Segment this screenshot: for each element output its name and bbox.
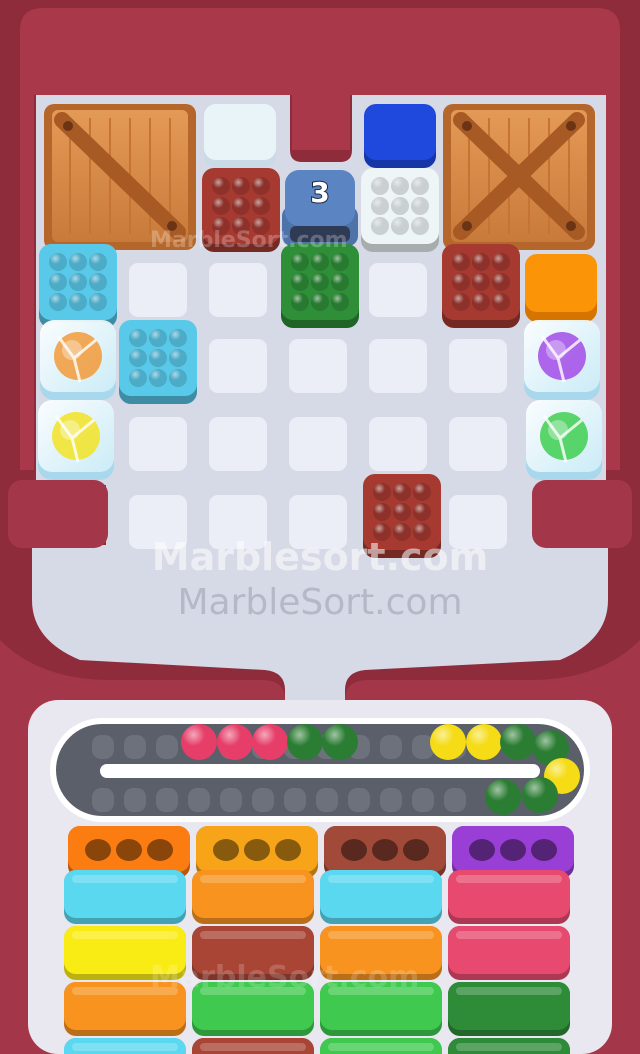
board-cell[interactable] (449, 417, 507, 471)
board-cell[interactable] (209, 417, 267, 471)
wooden-crate-right[interactable] (443, 104, 595, 250)
frame-notch-left (8, 480, 108, 548)
board-cell[interactable] (209, 339, 267, 393)
track-slot (92, 735, 114, 759)
tray-hole (147, 839, 173, 861)
block-green-top[interactable] (281, 244, 359, 328)
track-slot (188, 788, 210, 812)
track-slot (380, 788, 402, 812)
wooden-crate-left[interactable] (44, 104, 196, 250)
block-white-solid[interactable] (204, 104, 276, 168)
tray-hole (85, 839, 111, 861)
counter-label: 3 (310, 176, 329, 209)
sort-column-1[interactable] (64, 826, 190, 1054)
track-slot (252, 788, 274, 812)
track-slot (348, 788, 370, 812)
board-cell[interactable] (209, 495, 267, 549)
block-cyan-left[interactable] (39, 244, 117, 328)
sort-column-3[interactable] (320, 826, 446, 1054)
track-slot (92, 788, 114, 812)
block-red-lower[interactable] (363, 474, 441, 558)
track-slot (284, 788, 306, 812)
board-cell[interactable] (289, 339, 347, 393)
board-cell[interactable] (449, 495, 507, 549)
ice-block-purple[interactable] (524, 320, 600, 400)
track-slot (380, 735, 402, 759)
frame-notch-right (532, 480, 632, 548)
tray-hole (275, 839, 301, 861)
block-white-top[interactable] (361, 168, 439, 252)
block-blue-solid[interactable] (364, 104, 436, 168)
block-orange-solid[interactable] (525, 254, 597, 322)
tray-hole (341, 839, 367, 861)
board-cell[interactable] (369, 417, 427, 471)
board-cell[interactable] (209, 263, 267, 317)
board-cell[interactable] (129, 495, 187, 549)
tray-hole (469, 839, 495, 861)
game-stage: 3 (0, 0, 640, 1054)
tray-hole (213, 839, 239, 861)
tray-hole (244, 839, 270, 861)
tray-hole (403, 839, 429, 861)
track-slot (124, 735, 146, 759)
tray-hole (372, 839, 398, 861)
track-slot (124, 788, 146, 812)
track-slot (444, 788, 466, 812)
block-red-right[interactable] (442, 244, 520, 328)
tray-hole (116, 839, 142, 861)
track-slot (156, 788, 178, 812)
ice-block-yellow[interactable] (38, 400, 114, 480)
track-slot (316, 788, 338, 812)
counter-block[interactable]: 3 (282, 170, 358, 246)
track-slot (412, 788, 434, 812)
block-red-top[interactable] (202, 168, 280, 252)
sort-column-2[interactable] (192, 826, 318, 1054)
board-cell[interactable] (289, 417, 347, 471)
tray-hole (500, 839, 526, 861)
track-slot (156, 735, 178, 759)
sort-column-4[interactable] (448, 826, 574, 1054)
board-cell[interactable] (369, 339, 427, 393)
ice-block-green[interactable] (526, 400, 602, 480)
board-cell[interactable] (449, 339, 507, 393)
board-cell[interactable] (369, 263, 427, 317)
track-slot (220, 788, 242, 812)
ice-block-orange[interactable] (40, 320, 116, 400)
board-cell[interactable] (129, 263, 187, 317)
board-cell[interactable] (129, 417, 187, 471)
tray-hole (531, 839, 557, 861)
block-cyan-mid[interactable] (119, 320, 197, 404)
board-cell[interactable] (289, 495, 347, 549)
